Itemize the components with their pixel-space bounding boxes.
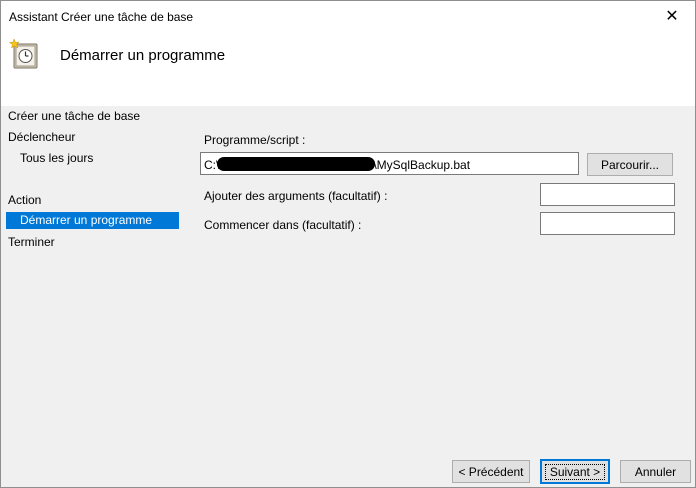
back-button[interactable]: < Précédent — [452, 460, 530, 483]
close-button[interactable]: ✕ — [649, 1, 695, 31]
nav-step-trigger: Déclencheur — [8, 130, 76, 144]
window-title: Assistant Créer une tâche de base — [9, 10, 194, 24]
cancel-button-label: Annuler — [634, 464, 677, 479]
program-script-label: Programme/script : — [204, 133, 306, 147]
wizard-window: Assistant Créer une tâche de base ✕ Déma… — [0, 0, 696, 488]
next-button-label: Suivant > — [544, 463, 606, 480]
nav-step-finish: Terminer — [8, 235, 55, 249]
wizard-header: Démarrer un programme — [1, 31, 695, 106]
nav-step-action: Action — [8, 193, 42, 207]
program-script-input[interactable]: C:\ \MySqlBackup.bat — [200, 152, 579, 175]
arguments-label: Ajouter des arguments (facultatif) : — [204, 189, 388, 203]
back-button-label: < Précédent — [458, 464, 524, 479]
title-bar: Assistant Créer une tâche de base ✕ — [1, 1, 695, 31]
nav-step-daily: Tous les jours — [20, 151, 94, 165]
next-button[interactable]: Suivant > — [540, 459, 610, 484]
redacted-path-segment — [217, 157, 376, 171]
task-clock-icon — [9, 38, 38, 69]
wizard-steps-nav: Créer une tâche de base Déclencheur Tous… — [1, 106, 186, 306]
start-in-label: Commencer dans (facultatif) : — [204, 218, 362, 232]
nav-step-start-program: Démarrer un programme — [6, 212, 179, 229]
browse-button-label: Parcourir... — [600, 157, 660, 172]
page-title: Démarrer un programme — [60, 47, 226, 64]
browse-button[interactable]: Parcourir... — [587, 153, 673, 176]
cancel-button[interactable]: Annuler — [620, 460, 691, 483]
arguments-input[interactable] — [540, 183, 675, 206]
start-in-input[interactable] — [540, 212, 675, 235]
nav-step-create-task: Créer une tâche de base — [8, 109, 141, 123]
close-icon: ✕ — [665, 8, 679, 25]
program-path-filename: \MySqlBackup.bat — [373, 158, 471, 172]
